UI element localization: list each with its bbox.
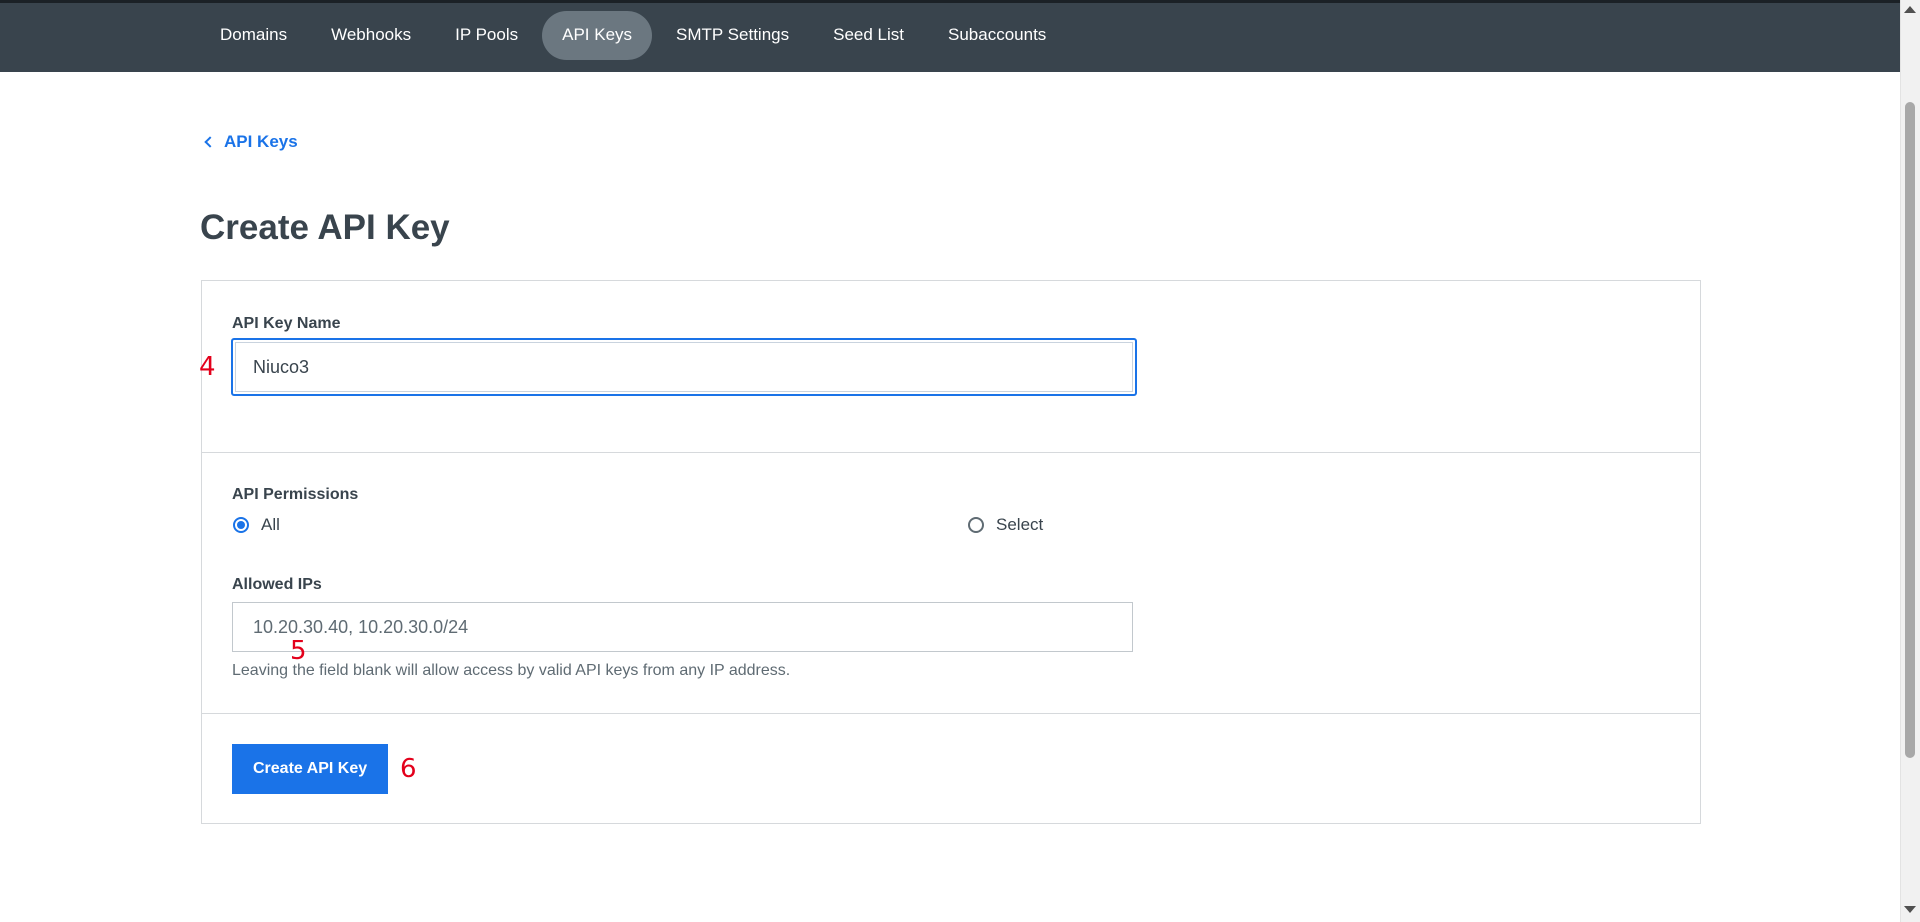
annotation-step-6: 6 xyxy=(400,754,417,784)
allowed-ips-input[interactable] xyxy=(232,602,1133,652)
create-api-key-button[interactable]: Create API Key xyxy=(232,744,389,794)
permission-option-select-label: Select xyxy=(996,515,1044,534)
nav-tab-subaccounts[interactable]: Subaccounts xyxy=(928,11,1066,60)
permission-option-all[interactable]: All xyxy=(233,515,280,535)
top-navigation-bar: Domains Webhooks IP Pools API Keys SMTP … xyxy=(0,0,1900,72)
nav-tab-api-keys[interactable]: API Keys xyxy=(542,10,653,60)
permission-option-all-label: All xyxy=(261,515,280,534)
permission-option-select[interactable]: Select xyxy=(968,515,1043,535)
api-key-name-input[interactable] xyxy=(231,338,1137,396)
nav-tab-ip-pools[interactable]: IP Pools xyxy=(435,11,538,60)
scroll-up-arrow-icon[interactable] xyxy=(1904,6,1916,13)
page-title: Create API Key xyxy=(200,208,450,247)
nav-tab-domains[interactable]: Domains xyxy=(200,11,307,60)
allowed-ips-label: Allowed IPs xyxy=(232,576,322,593)
radio-checked-icon[interactable] xyxy=(233,517,249,533)
annotation-step-4: 4 xyxy=(199,352,216,382)
nav-tab-webhooks[interactable]: Webhooks xyxy=(311,11,431,60)
create-api-key-form: API Key Name API Permissions All Select … xyxy=(201,280,1701,824)
annotation-step-5: 5 xyxy=(290,636,307,666)
nav-tabs: Domains Webhooks IP Pools API Keys SMTP … xyxy=(200,7,1070,63)
breadcrumb-back-link[interactable]: API Keys xyxy=(204,132,298,152)
section-divider xyxy=(202,452,1700,453)
nav-tab-seed-list[interactable]: Seed List xyxy=(813,11,924,60)
allowed-ips-help-text: Leaving the field blank will allow acces… xyxy=(232,662,791,679)
nav-tab-smtp-settings[interactable]: SMTP Settings xyxy=(656,11,809,60)
scroll-down-arrow-icon[interactable] xyxy=(1904,906,1916,913)
chevron-left-icon xyxy=(204,136,216,148)
breadcrumb-label: API Keys xyxy=(224,132,298,151)
api-key-name-label: API Key Name xyxy=(232,315,341,332)
section-divider xyxy=(202,713,1700,714)
api-permissions-label: API Permissions xyxy=(232,486,359,503)
radio-unchecked-icon[interactable] xyxy=(968,517,984,533)
scrollbar-thumb[interactable] xyxy=(1905,102,1915,758)
